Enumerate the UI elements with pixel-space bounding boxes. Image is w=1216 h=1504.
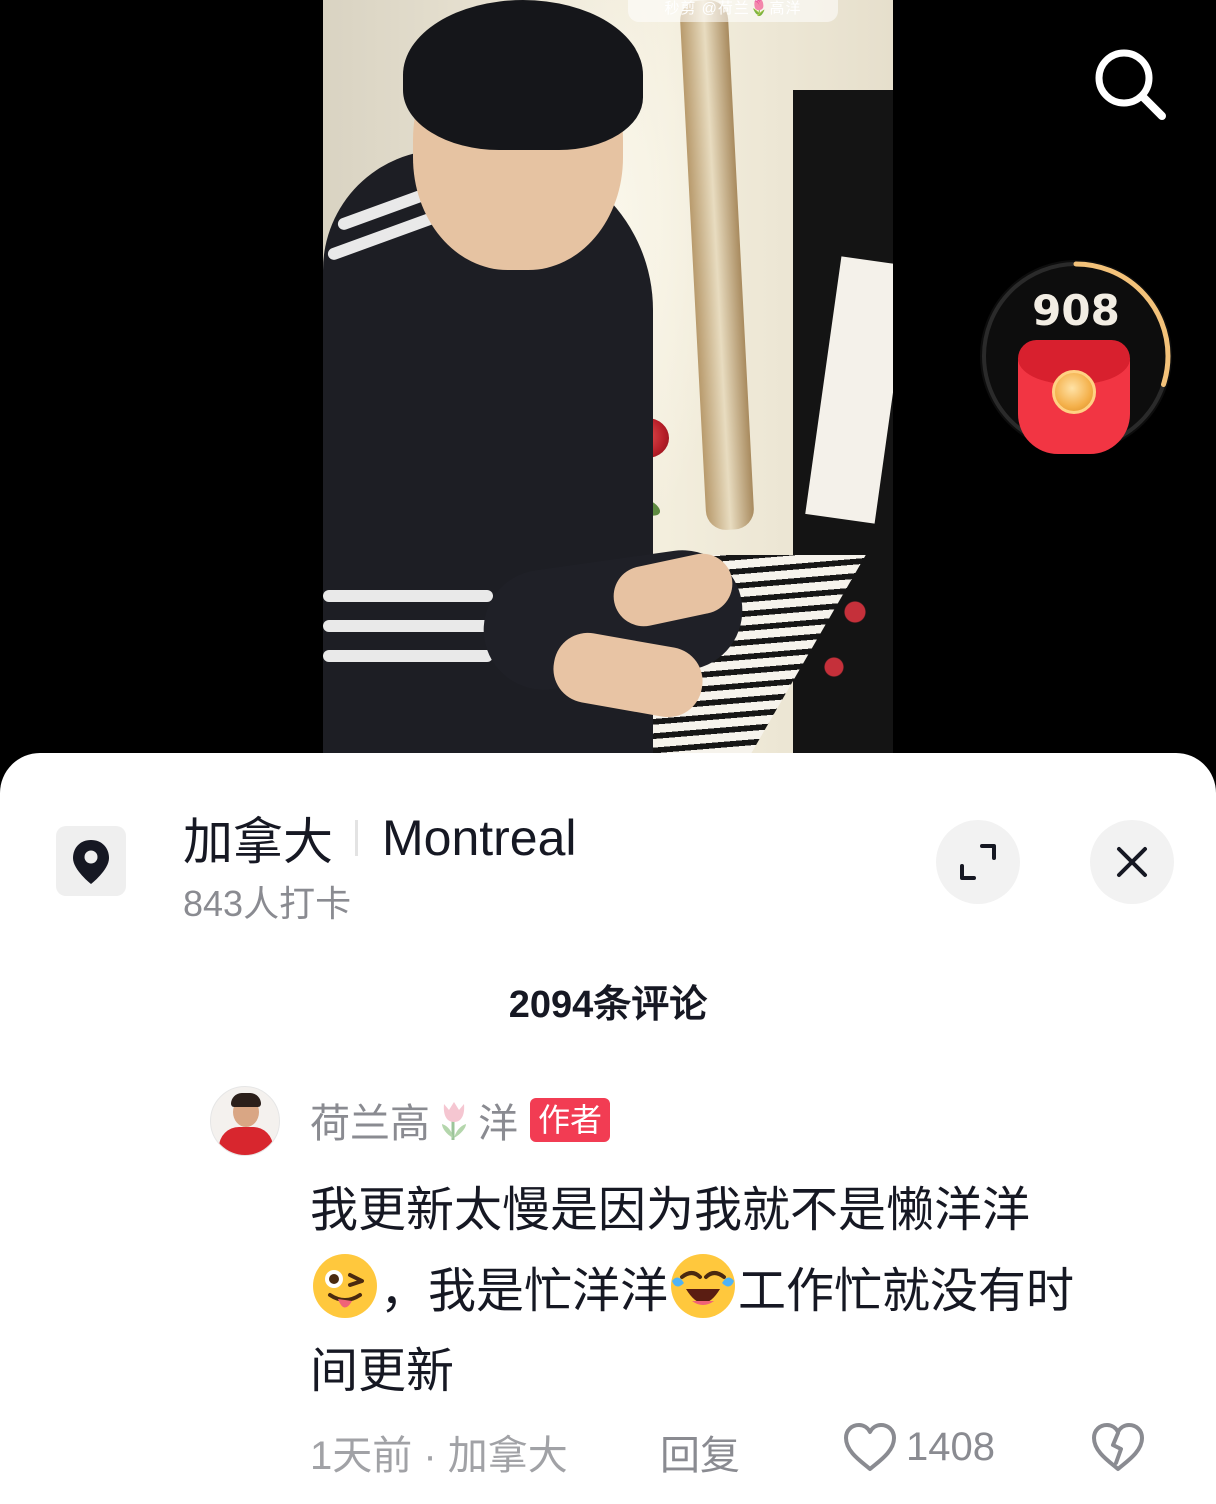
laughing-emoji-icon xyxy=(668,1251,738,1321)
location-country: 加拿大 xyxy=(183,814,333,870)
reply-button[interactable]: 回复 xyxy=(660,1423,740,1481)
close-icon xyxy=(1117,847,1147,877)
broken-heart-icon xyxy=(1092,1423,1144,1471)
wink-tongue-emoji-icon xyxy=(310,1251,380,1321)
comment-time-location: 1天前 · 加拿大 xyxy=(310,1434,568,1478)
location-button[interactable] xyxy=(56,826,126,896)
like-button[interactable]: 1408 xyxy=(842,1421,995,1473)
comment-count: 2094条评论 xyxy=(508,984,708,1026)
expand-button[interactable] xyxy=(936,820,1020,904)
tulip-icon xyxy=(434,1098,474,1142)
location-title[interactable]: 加拿大 Montreal xyxy=(183,803,577,873)
comment-text: 我更新太慢是因为我就不是懒洋洋 ，我是忙洋洋 工作忙就没有时 间更新 xyxy=(310,1184,1075,1398)
location-checkins: 843人打卡 xyxy=(183,883,352,924)
avatar[interactable] xyxy=(210,1086,280,1156)
expand-icon xyxy=(960,844,996,880)
comment-meta: 1天前 · 加拿大 回复 1408 xyxy=(310,1415,1170,1478)
comments-panel: 加拿大 Montreal 843人打卡 2094条评论 荷兰高 洋 作者 我更新… xyxy=(0,753,1216,1504)
video-player[interactable]: 秒剪 @荷兰🌷高洋 908 xyxy=(0,0,1216,760)
close-button[interactable] xyxy=(1090,820,1174,904)
location-city: Montreal xyxy=(382,810,577,866)
red-packet-count: 908 xyxy=(1032,286,1120,335)
author-badge: 作者 xyxy=(530,1098,611,1142)
dislike-button[interactable] xyxy=(1090,1421,1146,1483)
heart-icon xyxy=(844,1423,896,1471)
location-separator xyxy=(355,820,358,856)
red-packet-widget[interactable]: 908 xyxy=(978,258,1176,456)
red-packet-icon xyxy=(1018,340,1130,454)
video-frame[interactable]: 秒剪 @荷兰🌷高洋 xyxy=(323,0,893,755)
like-count: 1408 xyxy=(906,1424,995,1469)
location-pin-icon xyxy=(73,840,109,884)
comment-username[interactable]: 荷兰高 洋 作者 xyxy=(310,1091,611,1149)
search-button[interactable] xyxy=(1086,40,1172,126)
video-watermark: 秒剪 @荷兰🌷高洋 xyxy=(628,0,838,22)
search-icon xyxy=(1095,49,1166,120)
